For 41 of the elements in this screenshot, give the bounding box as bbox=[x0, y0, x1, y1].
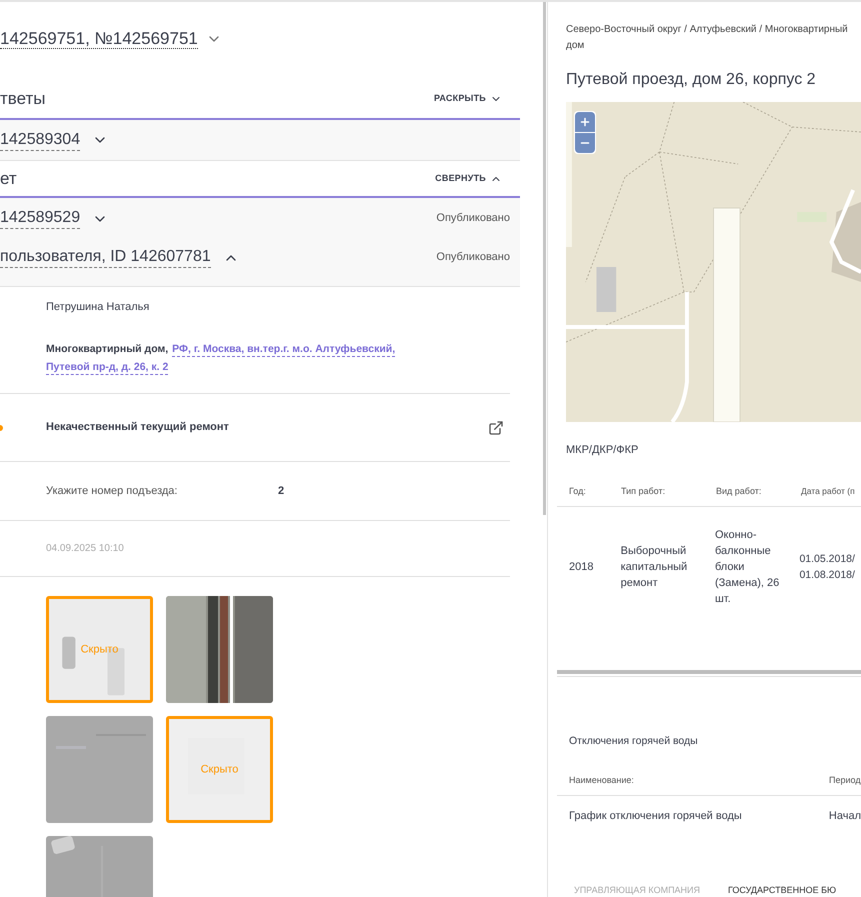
column-header: Наименование: bbox=[569, 774, 635, 787]
table-cell-text: 01.05.2018/ 01.08.2018/ bbox=[799, 552, 856, 582]
column-header: Год: bbox=[569, 484, 587, 498]
request-title[interactable]: 142569751, №142569751 bbox=[0, 30, 198, 48]
external-link-icon[interactable] bbox=[488, 420, 504, 436]
section-title: тветы bbox=[0, 88, 46, 110]
question-label: Укажите номер подъезда: bbox=[46, 484, 178, 499]
date-text: 04.09.2025 10:10 bbox=[46, 542, 124, 556]
object-title: Путевой проезд, дом 26, корпус 2 bbox=[566, 70, 817, 90]
table-cell-text: 2018 bbox=[569, 560, 594, 574]
column-header: Тип работ: bbox=[621, 484, 666, 498]
plus-icon bbox=[579, 116, 591, 128]
tab[interactable]: ГОСУДАРСТВЕННОЕ БЮ bbox=[728, 884, 836, 896]
author-name: Петрушина Наталья bbox=[46, 300, 150, 315]
table-cell-text: Начал bbox=[828, 808, 861, 824]
section-title: Отключения горячей воды bbox=[568, 734, 699, 749]
hidden-label: Скрыто bbox=[200, 763, 238, 776]
table-cell-text: Выборочный капитальный ремонт bbox=[620, 544, 688, 590]
status-text: Опубликовано bbox=[436, 250, 511, 265]
column-header: Дата работ (п bbox=[801, 484, 855, 498]
item-id-link[interactable]: пользователя, ID 142607781 bbox=[0, 247, 211, 268]
section-title: ет bbox=[0, 168, 17, 190]
item-id-link[interactable]: 142589304 bbox=[0, 130, 80, 150]
address-type: Многоквартирный дом, bbox=[46, 342, 168, 356]
section-title: МКР/ДКР/ФКР bbox=[565, 443, 640, 458]
toggle-button[interactable]: СВЕРНУТЬ bbox=[435, 172, 520, 186]
breadcrumb: Северо-Восточный округ / Алтуфьевский / Многоквартирный дом bbox=[566, 23, 849, 53]
item-id-link[interactable]: 142589529 bbox=[0, 208, 80, 229]
address-link[interactable]: РФ, г. Москва, вн.тер.г. м.о. Алтуфьевский, bbox=[172, 342, 396, 356]
address-link[interactable]: Путевой пр-д, д. 26, к. 2 bbox=[46, 360, 168, 374]
zoom-in-button[interactable] bbox=[575, 112, 595, 132]
answer-value: 2 bbox=[278, 484, 284, 499]
table-cell-text: Оконно-балконные блоки (Замена), 26 шт. bbox=[714, 528, 780, 606]
toggle-button[interactable]: РАСКРЫТЬ bbox=[434, 92, 520, 106]
category-text: Некачественный текущий ремонт bbox=[46, 420, 229, 436]
column-header: Вид работ: bbox=[716, 484, 762, 498]
column-header: Период bbox=[829, 774, 861, 787]
table-cell-text: График отключения горячей воды bbox=[569, 808, 743, 824]
status-text: Опубликовано bbox=[436, 211, 511, 226]
hidden-label: Скрыто bbox=[80, 643, 118, 656]
zoom-out-button[interactable] bbox=[575, 133, 595, 153]
